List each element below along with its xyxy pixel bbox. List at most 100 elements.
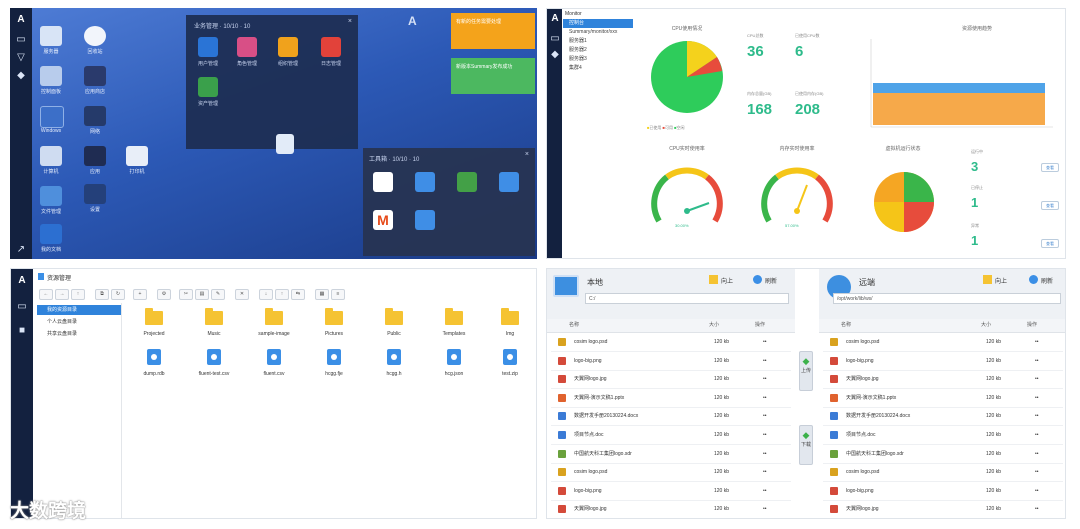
up-button[interactable]: 向上 bbox=[721, 276, 733, 285]
toolbox-window[interactable]: 工具箱 · 10/10 · 10 × M bbox=[363, 148, 535, 256]
up-button[interactable]: ↑ bbox=[71, 289, 85, 300]
copy-button[interactable]: ⧉ bbox=[95, 289, 109, 300]
refresh-button[interactable]: ↻ bbox=[111, 289, 125, 300]
download-transfer-button[interactable]: ◆ 下载 bbox=[799, 425, 813, 465]
dragging-file-icon[interactable] bbox=[276, 134, 294, 154]
folder-icon[interactable]: ■ bbox=[16, 325, 28, 337]
role-app-icon[interactable] bbox=[237, 37, 257, 57]
tree-item[interactable]: 服务器1 bbox=[563, 37, 633, 46]
share-button[interactable]: ⇆ bbox=[291, 289, 305, 300]
folder-up-icon[interactable] bbox=[983, 275, 992, 284]
row-actions-button[interactable]: •• bbox=[763, 352, 767, 370]
close-icon[interactable]: × bbox=[348, 18, 352, 25]
row-actions-button[interactable]: •• bbox=[1035, 445, 1039, 463]
row-actions-button[interactable]: •• bbox=[1035, 333, 1039, 351]
row-actions-button[interactable]: •• bbox=[763, 333, 767, 351]
view-button[interactable]: 查看 bbox=[1041, 201, 1059, 210]
grid-view-button[interactable]: ▦ bbox=[315, 289, 329, 300]
file-row[interactable]: cosim logo.psd 120 kb •• bbox=[551, 333, 791, 352]
file-row[interactable]: cosim logo.psd 120 kb •• bbox=[551, 463, 791, 483]
tree-item[interactable]: 服务器3 bbox=[563, 55, 633, 64]
local-path-input[interactable]: C:/ bbox=[585, 293, 789, 304]
row-actions-button[interactable]: •• bbox=[1035, 370, 1039, 388]
row-actions-button[interactable]: •• bbox=[763, 407, 767, 425]
logo-icon[interactable]: A bbox=[549, 13, 561, 25]
row-actions-button[interactable]: •• bbox=[763, 445, 767, 463]
menu-icon[interactable]: ▭ bbox=[549, 33, 561, 45]
file-row[interactable]: 项目节点.doc 120 kb •• bbox=[823, 426, 1063, 445]
row-actions-button[interactable]: •• bbox=[1035, 426, 1039, 444]
sidebar-item-my-resources[interactable]: 我的资源目录 bbox=[37, 305, 121, 315]
tree-item[interactable]: 控制台 bbox=[563, 19, 633, 28]
row-actions-button[interactable]: •• bbox=[763, 389, 767, 407]
tool-app-icon[interactable] bbox=[373, 172, 393, 192]
computer-icon[interactable] bbox=[40, 146, 62, 166]
row-actions-button[interactable]: •• bbox=[763, 482, 767, 500]
forward-button[interactable]: → bbox=[55, 289, 69, 300]
upload-button[interactable]: ↑ bbox=[275, 289, 289, 300]
transfer-app-icon[interactable] bbox=[499, 172, 519, 192]
folder-icon[interactable] bbox=[385, 308, 403, 325]
file-manager-icon[interactable] bbox=[40, 186, 62, 206]
tree-item[interactable]: 服务器2 bbox=[563, 46, 633, 55]
file-row[interactable]: 项目节点.doc 120 kb •• bbox=[551, 426, 791, 445]
file-row[interactable]: cosim logo.psd 120 kb •• bbox=[823, 463, 1063, 483]
row-actions-button[interactable]: •• bbox=[1035, 463, 1039, 481]
file-row[interactable]: 天翼网logo.jpg 120 kb •• bbox=[823, 500, 1063, 518]
row-actions-button[interactable]: •• bbox=[1035, 482, 1039, 500]
file-row[interactable]: 天翼网logo.jpg 120 kb •• bbox=[551, 500, 791, 518]
upload-transfer-button[interactable]: ◆ 上传 bbox=[799, 351, 813, 391]
refresh-icon[interactable] bbox=[1029, 275, 1038, 284]
logo-icon[interactable]: A bbox=[15, 14, 27, 26]
file-row[interactable]: logo-big.png 120 kb •• bbox=[551, 352, 791, 371]
log-app-icon[interactable] bbox=[321, 37, 341, 57]
business-window[interactable]: 业务管理 · 10/10 · 10 × 用户管理 角色管理 组织管理 日志管理 … bbox=[186, 15, 358, 149]
folder-icon[interactable] bbox=[501, 308, 519, 325]
sidebar-item-personal[interactable]: 个人云盘目录 bbox=[37, 317, 121, 327]
settings-button[interactable]: ⚙ bbox=[157, 289, 171, 300]
resource-app-icon[interactable] bbox=[415, 210, 435, 230]
folder-icon[interactable] bbox=[445, 308, 463, 325]
close-icon[interactable]: × bbox=[525, 151, 529, 158]
file-icon[interactable] bbox=[327, 349, 341, 365]
rename-button[interactable]: ✎ bbox=[211, 289, 225, 300]
org-app-icon[interactable] bbox=[278, 37, 298, 57]
row-actions-button[interactable]: •• bbox=[1035, 407, 1039, 425]
notice-orange[interactable]: 有新的任务需要处理 bbox=[451, 13, 535, 49]
up-button[interactable]: 向上 bbox=[995, 276, 1007, 285]
file-row[interactable]: 中国航天科工集团logo.sdr 120 kb •• bbox=[551, 445, 791, 464]
maxthon-app-icon[interactable]: M bbox=[373, 210, 393, 230]
view-button[interactable]: 查看 bbox=[1041, 239, 1059, 248]
chat-icon[interactable]: ▭ bbox=[16, 301, 28, 313]
row-actions-button[interactable]: •• bbox=[763, 463, 767, 481]
file-icon[interactable] bbox=[387, 349, 401, 365]
folder-up-icon[interactable] bbox=[709, 275, 718, 284]
control-panel-icon[interactable] bbox=[40, 66, 62, 86]
shield-icon[interactable]: ◆ bbox=[15, 70, 27, 82]
apps-icon[interactable] bbox=[84, 146, 106, 166]
list-view-button[interactable]: ≡ bbox=[331, 289, 345, 300]
file-icon[interactable] bbox=[447, 349, 461, 365]
windows-icon[interactable] bbox=[40, 106, 64, 128]
tree-item[interactable]: Summary/monitor/xxx bbox=[563, 28, 633, 37]
row-actions-button[interactable]: •• bbox=[1035, 352, 1039, 370]
view-button[interactable]: 查看 bbox=[1041, 163, 1059, 172]
network-icon[interactable] bbox=[84, 106, 106, 126]
file-row[interactable]: logo-big.png 120 kb •• bbox=[823, 352, 1063, 371]
folder-icon[interactable] bbox=[145, 308, 163, 325]
file-row[interactable]: 数据开发手册20130224.docx 120 kb •• bbox=[551, 407, 791, 427]
file-row[interactable]: 天翼网logo.jpg 120 kb •• bbox=[823, 370, 1063, 390]
file-icon[interactable] bbox=[503, 349, 517, 365]
folder-icon[interactable] bbox=[205, 308, 223, 325]
refresh-icon[interactable] bbox=[753, 275, 762, 284]
asset-app-icon[interactable] bbox=[198, 77, 218, 97]
refresh-button[interactable]: 刷新 bbox=[765, 276, 777, 285]
menu-icon[interactable]: ▭ bbox=[15, 34, 27, 46]
new-file-button[interactable]: + bbox=[133, 289, 147, 300]
cut-button[interactable]: ✂ bbox=[179, 289, 193, 300]
download-button[interactable]: ↓ bbox=[259, 289, 273, 300]
file-row[interactable]: 天翼网logo.jpg 120 kb •• bbox=[551, 370, 791, 390]
document-icon[interactable] bbox=[40, 224, 62, 244]
folder-icon[interactable] bbox=[325, 308, 343, 325]
sidebar-item-shared[interactable]: 共享云盘目录 bbox=[37, 329, 121, 339]
